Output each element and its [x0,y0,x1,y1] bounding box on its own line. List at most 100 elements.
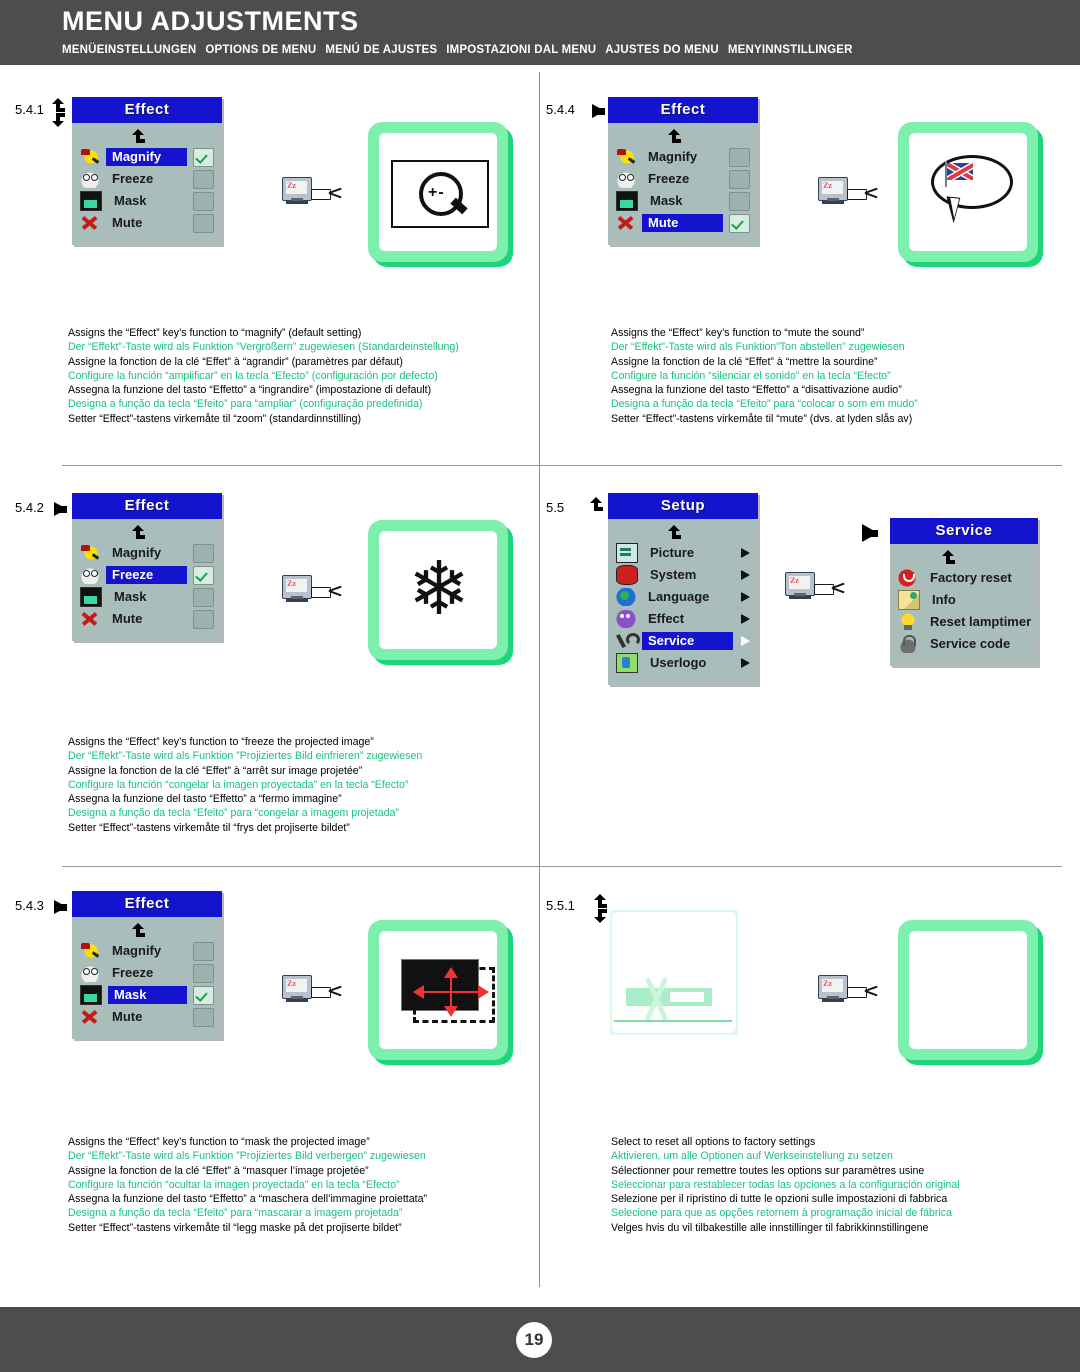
checkbox-freeze[interactable] [729,169,750,189]
magnify-icon [616,148,636,166]
back-arrow-icon[interactable] [80,921,214,941]
osd-item-label: Mask [114,193,147,208]
caption-line-de: Der “Effekt”-Taste wird als Funktion”Ton… [611,341,905,354]
osd-item-service-code[interactable]: Service code [898,634,1030,654]
language-icon [616,588,636,606]
osd-item-mute[interactable]: Mute [80,213,214,233]
checkbox-mask[interactable] [193,191,214,211]
osd-title: Setup [608,493,758,519]
caption-line-it: Selezione per il ripristino di tutte le … [611,1193,948,1206]
magnify-icon [80,942,100,960]
osd-item-userlogo[interactable]: Userlogo [616,653,750,673]
checkbox-mute[interactable] [729,213,750,233]
caption-line-es: Seleccionar para restablecer todas las o… [611,1178,960,1191]
checkbox-mask[interactable] [193,587,214,607]
osd-item-label: Magnify [106,148,187,166]
mute-icon [80,214,100,232]
osd-item-effect[interactable]: Effect [616,609,750,629]
checkbox-mute[interactable] [193,213,214,233]
back-arrow-icon[interactable] [898,548,1030,568]
step-marker-right-arrow [54,502,67,516]
checkbox-magnify[interactable] [193,543,214,563]
back-arrow-icon[interactable] [80,523,214,543]
snowflake-icon: ❄ [408,547,471,630]
caption-line-no: Velges hvis du vil tilbakestille alle in… [611,1221,929,1234]
submenu-chevron-icon [741,636,750,646]
mask-icon [80,191,102,211]
freeze-icon [616,170,636,188]
illustration-mute [898,122,1038,262]
illustration-freeze: ❄ [368,520,508,660]
mute-icon [616,214,636,232]
osd-item-mask[interactable]: Mask [80,191,214,211]
caption-5-4-4: Assigns the “Effect” key’s function to “… [611,326,1080,426]
checkbox-mute[interactable] [193,609,214,629]
info-icon [898,590,920,610]
checkbox-freeze[interactable] [193,169,214,189]
osd-item-mute[interactable]: Mute [80,1007,214,1027]
caption-5-4-3: Assigns the “Effect” key’s function to “… [68,1135,538,1235]
osd-menu-effect-mute: Effect Magnify Freeze Mask Mute [608,97,758,245]
submenu-chevron-icon [741,658,750,668]
system-icon [616,565,638,585]
caption-line-fr: Assigne la fonction de la clé “Effet” à … [68,355,403,368]
projector-remote-connector-icon: Zz [282,973,344,1007]
caption-line-no: Setter “Effect”-tastens virkemåte til “l… [68,1221,402,1234]
osd-item-magnify[interactable]: Magnify [80,543,214,563]
picture-icon [616,543,638,563]
osd-item-magnify[interactable]: Magnify [616,147,750,167]
page-number-badge: 19 [516,1322,552,1358]
checkbox-magnify[interactable] [729,147,750,167]
osd-item-mask[interactable]: Mask [80,587,214,607]
effect-icon [616,610,636,628]
osd-item-picture[interactable]: Picture [616,543,750,563]
back-arrow-icon[interactable] [616,127,750,147]
step-marker-right-arrow [592,104,605,118]
checkbox-magnify[interactable] [193,941,214,961]
checkbox-magnify[interactable] [193,147,214,167]
step-marker-right-arrow [54,900,67,914]
checkbox-mask[interactable] [729,191,750,211]
caption-line-fr: Assigne la fonction de la clé “Effet” à … [611,355,878,368]
osd-item-magnify[interactable]: Magnify [80,147,214,167]
osd-item-freeze[interactable]: Freeze [616,169,750,189]
magnify-icon [80,544,100,562]
osd-item-mute[interactable]: Mute [80,609,214,629]
osd-menu-service: Service Factory reset Info Reset lamptim… [890,518,1038,666]
osd-item-label: Reset lamptimer [930,614,1032,629]
osd-item-mask[interactable]: Mask [616,191,750,211]
caption-line-en: Assigns the “Effect” key’s function to “… [68,327,362,339]
osd-item-freeze[interactable]: Freeze [80,565,214,585]
back-arrow-icon[interactable] [80,127,214,147]
mask-icon [80,587,102,607]
back-arrow-icon[interactable] [616,523,750,543]
caption-line-en: Assigns the “Effect” key’s function to “… [68,736,374,748]
osd-item-language[interactable]: Language [616,587,750,607]
osd-item-reset-lamptimer[interactable]: Reset lamptimer [898,612,1031,632]
osd-item-system[interactable]: System [616,565,750,585]
checkbox-mute[interactable] [193,1007,214,1027]
checkbox-freeze[interactable] [193,565,214,585]
osd-item-label: Magnify [112,545,162,560]
checkbox-mask[interactable] [193,985,214,1005]
osd-title: Effect [72,97,222,123]
checkbox-freeze[interactable] [193,963,214,983]
caption-line-de: Der “Effekt”-Taste wird als Funktion ”Pr… [68,1150,426,1163]
osd-item-freeze[interactable]: Freeze [80,963,214,983]
osd-item-freeze[interactable]: Freeze [80,169,214,189]
osd-item-magnify[interactable]: Magnify [80,941,214,961]
osd-item-label: Info [932,592,956,607]
mute-icon [80,610,100,628]
osd-item-info[interactable]: Info [898,590,1030,610]
caption-line-it: Assegna la funzione del tasto “Effetto” … [611,384,902,397]
submenu-chevron-icon [741,570,750,580]
osd-item-factory-reset[interactable]: Factory reset [898,568,1030,588]
osd-item-service[interactable]: Service [616,631,750,651]
caption-line-fr: Assigne la fonction de la clé “Effet” à … [68,764,363,777]
osd-menu-effect-mask: Effect Magnify Freeze Mask Mute [72,891,222,1039]
osd-item-mask[interactable]: Mask [80,985,214,1005]
caption-line-no: Setter “Effect”-tastens virkemåte til “f… [68,821,350,834]
illustration-factory-reset-faded [610,910,738,1035]
subtitle-de: MENÜEINSTELLUNGEN [62,44,197,56]
osd-item-mute[interactable]: Mute [616,213,750,233]
